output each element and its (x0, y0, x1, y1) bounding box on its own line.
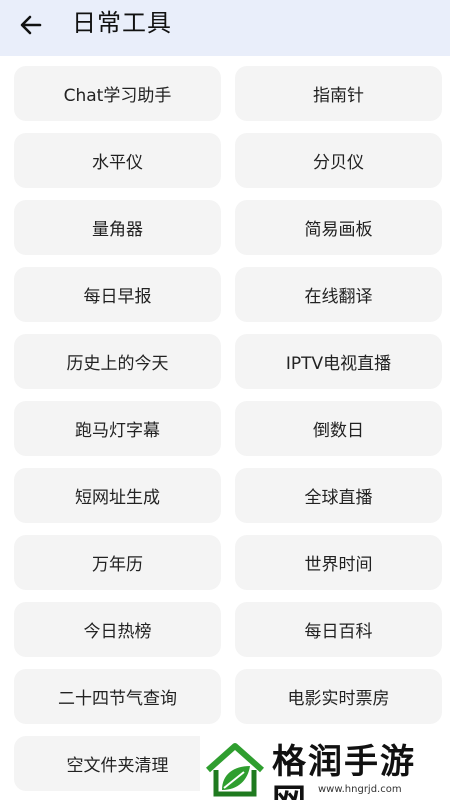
back-button[interactable] (14, 8, 48, 42)
tool-global-live[interactable]: 全球直播 (235, 468, 442, 523)
tool-decibel-meter[interactable]: 分贝仪 (235, 133, 442, 188)
tool-perpetual-calendar[interactable]: 万年历 (14, 535, 221, 590)
tool-countdown-days[interactable]: 倒数日 (235, 401, 442, 456)
page: 日常工具 Chat学习助手 指南针 水平仪 分贝仪 量角器 简易画板 每日早报 … (0, 0, 450, 800)
tool-morning-news[interactable]: 每日早报 (14, 267, 221, 322)
tool-online-translate[interactable]: 在线翻译 (235, 267, 442, 322)
leaf-house-logo-icon (206, 743, 264, 797)
page-title: 日常工具 (72, 9, 172, 37)
tool-empty-folder-cleaner[interactable]: 空文件夹清理 (14, 736, 221, 791)
tool-world-time[interactable]: 世界时间 (235, 535, 442, 590)
tool-iptv-live[interactable]: IPTV电视直播 (235, 334, 442, 389)
tool-compass[interactable]: 指南针 (235, 66, 442, 121)
tool-daily-encyclopedia[interactable]: 每日百科 (235, 602, 442, 657)
tool-marquee-subtitles[interactable]: 跑马灯字幕 (14, 401, 221, 456)
tools-grid: Chat学习助手 指南针 水平仪 分贝仪 量角器 简易画板 每日早报 在线翻译 … (14, 66, 442, 791)
tool-level[interactable]: 水平仪 (14, 133, 221, 188)
tool-protractor[interactable]: 量角器 (14, 200, 221, 255)
watermark-overlay: 格润手游网 www.hngrjd.com (200, 736, 450, 800)
tool-today-in-history[interactable]: 历史上的今天 (14, 334, 221, 389)
arrow-left-icon (20, 15, 42, 35)
tool-solar-terms[interactable]: 二十四节气查询 (14, 669, 221, 724)
tool-short-url[interactable]: 短网址生成 (14, 468, 221, 523)
tool-hot-list[interactable]: 今日热榜 (14, 602, 221, 657)
tool-box-office[interactable]: 电影实时票房 (235, 669, 442, 724)
watermark-url: www.hngrjd.com (318, 784, 402, 795)
tool-sketchpad[interactable]: 简易画板 (235, 200, 442, 255)
tool-chat-assistant[interactable]: Chat学习助手 (14, 66, 221, 121)
app-header: 日常工具 (0, 0, 450, 56)
